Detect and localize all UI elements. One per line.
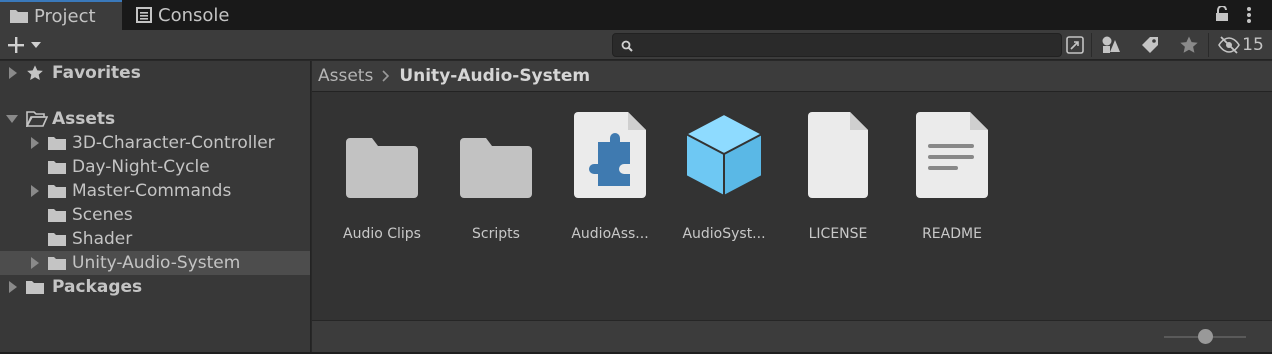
- expand-arrow-icon[interactable]: [8, 281, 18, 293]
- filter-by-label-button[interactable]: [1137, 33, 1163, 57]
- tree-label: Scenes: [72, 205, 133, 225]
- filter-by-type-button[interactable]: [1098, 33, 1124, 57]
- create-dropdown-button[interactable]: [6, 33, 48, 57]
- tab-project-label: Project: [34, 5, 96, 27]
- tree-label: Assets: [52, 109, 116, 129]
- shapes-icon: [1102, 36, 1120, 53]
- toolbar-divider: [1208, 33, 1209, 57]
- expand-arrow-icon[interactable]: [30, 185, 40, 197]
- asset-name: Scripts: [472, 226, 520, 242]
- asset-item[interactable]: README: [902, 112, 1002, 242]
- tree-label: 3D-Character-Controller: [72, 133, 275, 153]
- asset-name: README: [922, 226, 982, 242]
- tab-console-label: Console: [158, 4, 230, 26]
- folder-icon: [48, 161, 66, 174]
- tree-label: Shader: [72, 229, 133, 249]
- lock-icon[interactable]: [1215, 6, 1229, 22]
- breadcrumb-current[interactable]: Unity-Audio-System: [399, 66, 590, 86]
- search-input[interactable]: [639, 36, 1049, 54]
- breadcrumb: Assets Unity-Audio-System: [312, 61, 1272, 92]
- chevron-right-icon: [382, 70, 390, 82]
- project-tree: Favorites Assets 3D-Character-Controller…: [0, 61, 311, 354]
- expand-arrow-icon[interactable]: [8, 67, 18, 79]
- asset-item[interactable]: LICENSE: [788, 112, 888, 242]
- chevron-down-icon: [31, 42, 41, 48]
- expand-arrow-icon[interactable]: [30, 137, 40, 149]
- tree-item-packages[interactable]: Packages: [0, 275, 310, 299]
- asset-grid: Audio Clips Scripts AudioAss... AudioSys…: [312, 92, 1272, 320]
- hidden-packages-toggle[interactable]: 15: [1215, 33, 1267, 57]
- folder-icon: [10, 10, 28, 23]
- asset-item[interactable]: AudioSyst...: [674, 112, 774, 242]
- collapse-arrow-icon[interactable]: [6, 114, 18, 124]
- open-folder-icon: [26, 111, 48, 127]
- expand-arrow-icon[interactable]: [30, 257, 40, 269]
- asset-thumbnail: [802, 112, 874, 198]
- tree-item-folder[interactable]: Shader: [0, 227, 310, 251]
- plus-icon: [8, 37, 24, 53]
- tree-item-folder-selected[interactable]: Unity-Audio-System: [0, 251, 310, 275]
- tree-item-folder[interactable]: Day-Night-Cycle: [0, 155, 310, 179]
- tab-bar: Project Console: [0, 0, 1272, 30]
- folder-icon: [48, 257, 66, 270]
- asset-item[interactable]: Scripts: [446, 112, 546, 242]
- search-icon: [621, 40, 633, 52]
- tree-label: Packages: [52, 277, 143, 297]
- asset-item[interactable]: Audio Clips: [332, 112, 432, 242]
- folder-icon: [48, 137, 66, 150]
- folder-icon: [48, 209, 66, 222]
- tree-item-folder[interactable]: 3D-Character-Controller: [0, 131, 310, 155]
- asset-thumbnail: [682, 112, 766, 198]
- tree-label: Master-Commands: [72, 181, 232, 201]
- open-window-icon: [1066, 36, 1084, 54]
- footer-bar: [312, 320, 1272, 352]
- folder-icon: [48, 233, 66, 246]
- zoom-slider-thumb[interactable]: [1197, 329, 1213, 344]
- asset-name: AudioSyst...: [682, 226, 766, 242]
- asset-thumbnail: [460, 112, 532, 198]
- search-field[interactable]: [612, 33, 1062, 57]
- folder-icon: [26, 281, 44, 294]
- file-icon: [808, 112, 868, 198]
- prefab-cube-icon: [685, 112, 763, 198]
- asset-thumbnail: [574, 112, 646, 198]
- favorite-button[interactable]: [1176, 33, 1202, 57]
- tree-item-favorites[interactable]: Favorites: [0, 61, 310, 85]
- folder-icon: [460, 138, 532, 198]
- tree-label: Day-Night-Cycle: [72, 157, 210, 177]
- tree-item-assets[interactable]: Assets: [0, 107, 310, 131]
- toolbar-divider: [1091, 33, 1092, 57]
- star-icon: [27, 65, 43, 81]
- tab-project[interactable]: Project: [0, 0, 122, 30]
- eye-slash-icon: [1218, 36, 1241, 54]
- tab-console[interactable]: Console: [136, 0, 256, 30]
- tree-label: Favorites: [52, 63, 141, 83]
- asset-name: AudioAss...: [571, 226, 649, 242]
- text-file-icon: [916, 112, 988, 198]
- hidden-count: 15: [1242, 35, 1264, 55]
- tree-item-folder[interactable]: Scenes: [0, 203, 310, 227]
- breadcrumb-assets[interactable]: Assets: [318, 66, 373, 86]
- asset-thumbnail: [916, 112, 988, 198]
- asset-name: Audio Clips: [343, 226, 421, 242]
- asset-thumbnail: [346, 112, 418, 198]
- asset-name: LICENSE: [808, 226, 868, 242]
- tree-label: Unity-Audio-System: [72, 253, 241, 273]
- folder-icon: [48, 185, 66, 198]
- tree-item-folder[interactable]: Master-Commands: [0, 179, 310, 203]
- project-toolbar: 15: [0, 30, 1272, 60]
- search-by-scene-button[interactable]: [1064, 33, 1086, 57]
- tag-icon: [1142, 37, 1158, 53]
- star-icon: [1180, 36, 1198, 53]
- asset-item[interactable]: AudioAss...: [560, 112, 660, 242]
- assembly-definition-icon: [574, 112, 646, 198]
- console-icon: [136, 7, 152, 23]
- kebab-menu-icon[interactable]: [1245, 5, 1253, 25]
- folder-icon: [346, 138, 418, 198]
